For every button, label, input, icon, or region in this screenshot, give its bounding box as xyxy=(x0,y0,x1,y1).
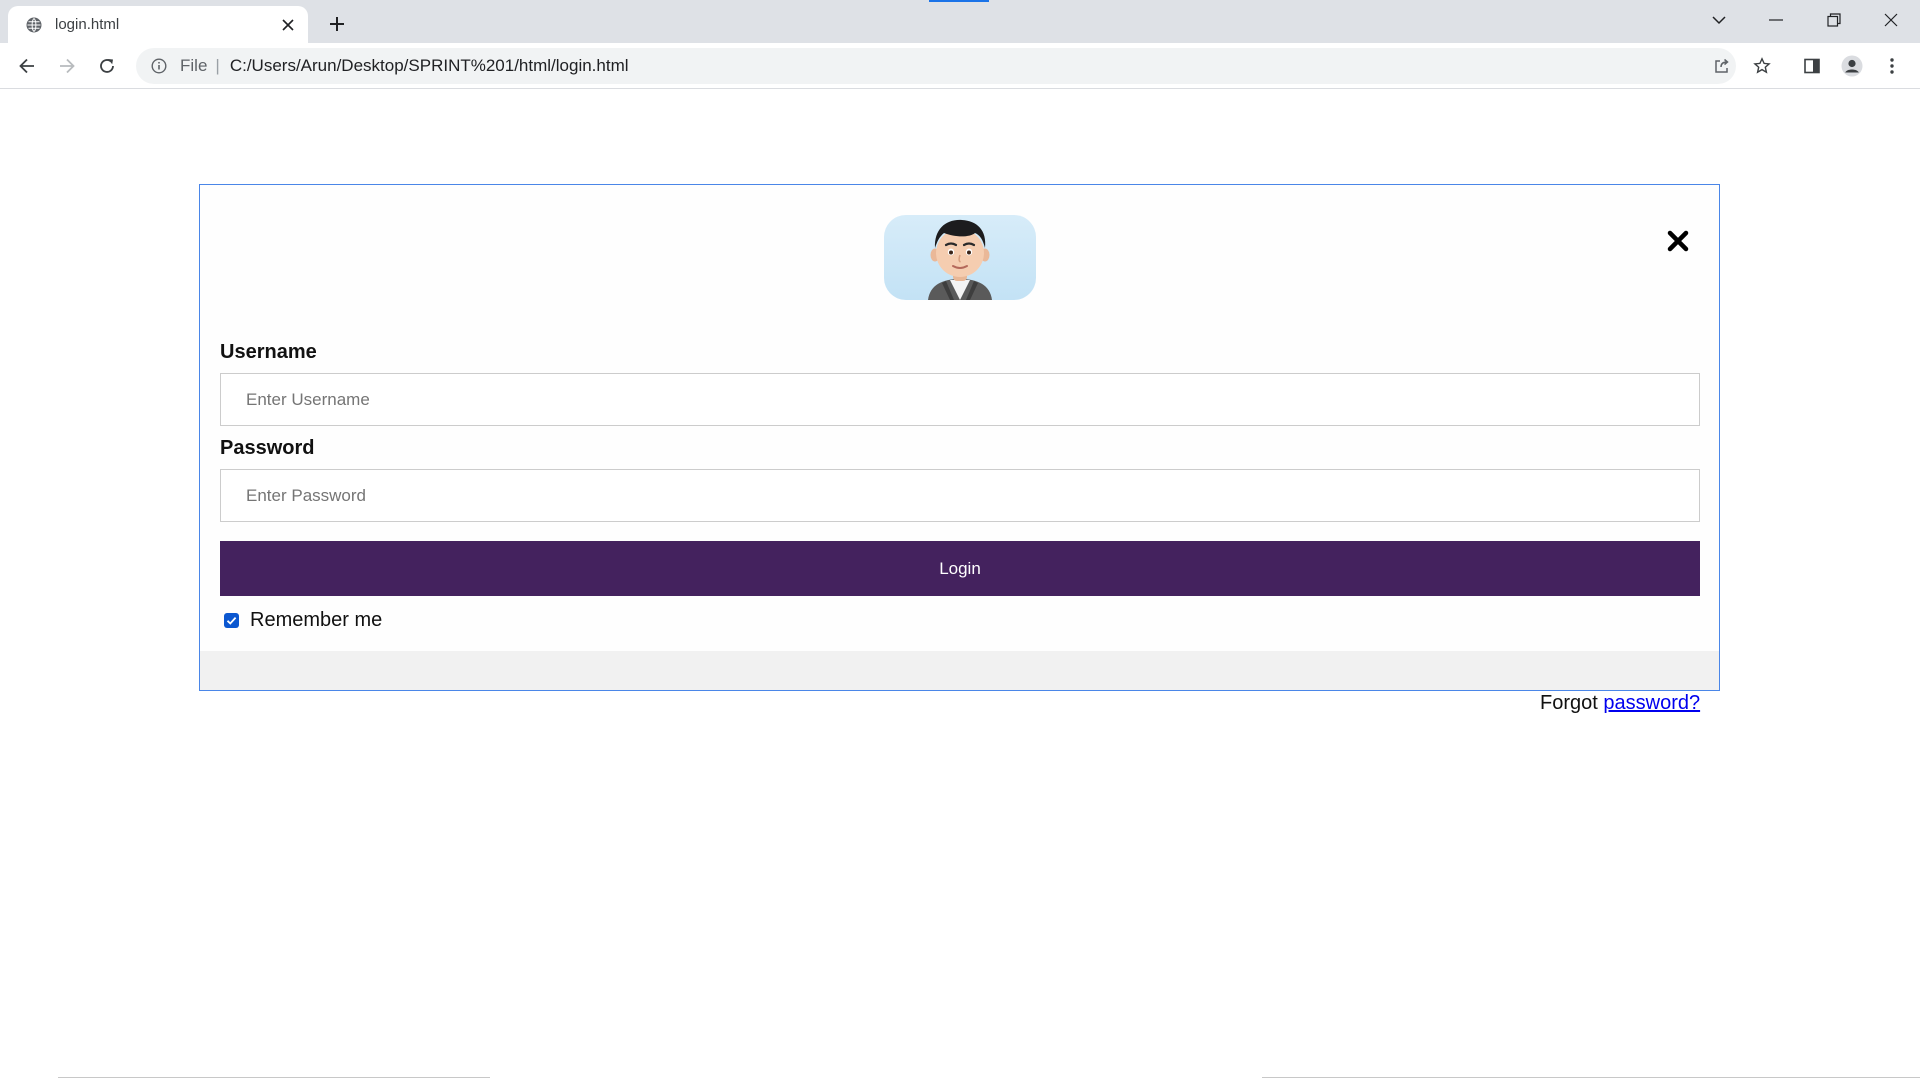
remember-me-row: Remember me xyxy=(224,609,382,632)
profile-avatar-icon[interactable] xyxy=(1836,50,1868,82)
menu-kebab-icon[interactable] xyxy=(1876,50,1908,82)
new-tab-button[interactable] xyxy=(322,9,352,39)
remember-me-label: Remember me xyxy=(250,609,383,631)
browser-tab-login[interactable]: login.html xyxy=(8,6,308,43)
remember-me-checkbox[interactable] xyxy=(224,613,239,628)
side-panel-icon[interactable] xyxy=(1796,50,1828,82)
modal-footer xyxy=(200,651,1719,690)
minimize-icon[interactable] xyxy=(1747,0,1805,40)
password-input[interactable] xyxy=(220,469,1700,522)
bottom-divider-left xyxy=(58,1077,490,1078)
username-input[interactable] xyxy=(220,373,1700,426)
address-separator: | xyxy=(215,56,220,75)
user-avatar xyxy=(884,215,1036,300)
tab-search-indicator xyxy=(929,0,989,2)
password-label: Password xyxy=(220,437,315,459)
back-arrow-icon[interactable] xyxy=(11,50,43,82)
login-modal: Username Password Login Remember me xyxy=(199,184,1720,691)
share-icon[interactable] xyxy=(1706,50,1738,82)
browser-toolbar: File | C:/Users/Arun/Desktop/SPRINT%201/… xyxy=(0,43,1920,89)
tab-close-icon[interactable] xyxy=(276,13,300,37)
close-icon[interactable] xyxy=(1660,223,1696,259)
address-bar[interactable]: File | C:/Users/Arun/Desktop/SPRINT%201/… xyxy=(136,48,1736,84)
window-close-icon[interactable] xyxy=(1862,0,1920,40)
login-button[interactable]: Login xyxy=(220,541,1700,596)
info-icon[interactable] xyxy=(150,57,168,75)
address-scheme: File xyxy=(180,56,208,75)
restore-icon[interactable] xyxy=(1805,0,1863,40)
bookmark-star-icon[interactable] xyxy=(1746,50,1778,82)
username-label: Username xyxy=(220,341,317,363)
forgot-password-link[interactable]: password? xyxy=(1603,692,1700,714)
tab-search-chevron-icon[interactable] xyxy=(1690,0,1748,40)
tab-title: login.html xyxy=(55,16,120,33)
forgot-password-row: Forgot password? xyxy=(1540,691,1700,715)
browser-tab-strip: login.html xyxy=(0,0,1920,43)
address-url[interactable]: C:/Users/Arun/Desktop/SPRINT%201/html/lo… xyxy=(230,56,629,76)
globe-icon xyxy=(25,16,43,34)
bottom-divider-right xyxy=(1262,1077,1920,1078)
forward-arrow-icon[interactable] xyxy=(51,50,83,82)
forgot-prefix: Forgot xyxy=(1540,692,1598,714)
reload-icon[interactable] xyxy=(91,50,123,82)
